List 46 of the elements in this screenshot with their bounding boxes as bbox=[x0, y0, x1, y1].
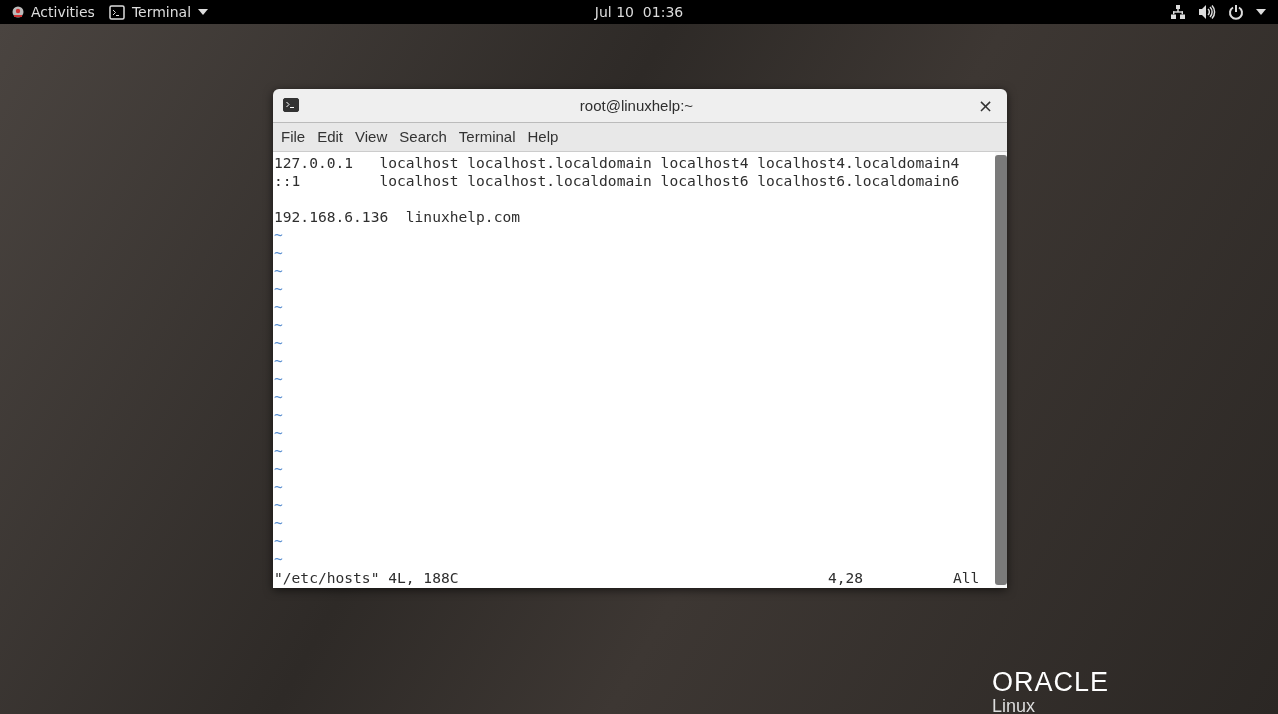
menu-item[interactable]: Help bbox=[521, 128, 565, 146]
window-title: root@linuxhelp:~ bbox=[578, 96, 695, 114]
menu-item[interactable]: Edit bbox=[311, 128, 350, 146]
network-icon[interactable] bbox=[1170, 4, 1186, 20]
empty-line-marker: ~ bbox=[273, 514, 284, 532]
logo-text: ORACLE bbox=[992, 668, 1110, 696]
empty-line-marker: ~ bbox=[273, 226, 284, 244]
close-button[interactable]: × bbox=[973, 94, 997, 116]
empty-line-marker: ~ bbox=[273, 442, 284, 460]
cursor-position-text: 4,28 bbox=[828, 568, 865, 588]
menu-item[interactable]: View bbox=[349, 128, 394, 146]
menu-item[interactable]: Search bbox=[393, 128, 453, 146]
empty-line-marker: ~ bbox=[273, 496, 284, 514]
scroll-position-text: All bbox=[953, 568, 980, 588]
empty-line-marker: ~ bbox=[273, 262, 284, 280]
distro-icon bbox=[12, 6, 24, 18]
empty-line-marker: ~ bbox=[273, 550, 284, 568]
menu-item[interactable]: File bbox=[275, 128, 312, 146]
empty-line-marker: ~ bbox=[273, 478, 284, 496]
empty-line-marker: ~ bbox=[273, 352, 284, 370]
empty-line-marker: ~ bbox=[273, 298, 284, 316]
app-menu-button[interactable]: Terminal bbox=[104, 0, 213, 24]
empty-line-marker: ~ bbox=[273, 460, 284, 478]
empty-line-marker: ~ bbox=[273, 244, 284, 262]
terminal-icon bbox=[283, 98, 299, 113]
file-line: 192.168.6.136 linuxhelp.com bbox=[273, 208, 521, 226]
caret-icon[interactable] bbox=[1256, 9, 1266, 15]
volume-icon[interactable] bbox=[1198, 4, 1216, 20]
empty-line-marker: ~ bbox=[273, 334, 284, 352]
clock-button[interactable]: Jul 10 01:36 bbox=[590, 0, 688, 24]
empty-line-marker: ~ bbox=[273, 388, 284, 406]
file-line: ::1 localhost localhost.localdomain localhost6 localhost6.localdomain6 bbox=[273, 172, 961, 190]
empty-line-marker: ~ bbox=[273, 370, 284, 388]
empty-line-marker: ~ bbox=[273, 406, 284, 424]
terminal-icon bbox=[108, 4, 125, 20]
caret-icon bbox=[198, 9, 209, 15]
logo-subtitle: Linux bbox=[992, 696, 1037, 714]
activities-button[interactable]: Activities bbox=[8, 0, 99, 24]
empty-line-marker: ~ bbox=[273, 424, 284, 442]
file-info-text: "/etc/hosts" 4L, 188C bbox=[274, 568, 460, 588]
power-icon[interactable] bbox=[1228, 4, 1244, 20]
empty-line-marker: ~ bbox=[273, 316, 284, 334]
empty-line-marker: ~ bbox=[273, 280, 284, 298]
file-line: 127.0.0.1 localhost localhost.localdomain localhost4 localhost4.localdomain4 bbox=[273, 154, 961, 172]
menu-item[interactable]: Terminal bbox=[452, 128, 522, 146]
empty-line-marker: ~ bbox=[273, 532, 284, 550]
